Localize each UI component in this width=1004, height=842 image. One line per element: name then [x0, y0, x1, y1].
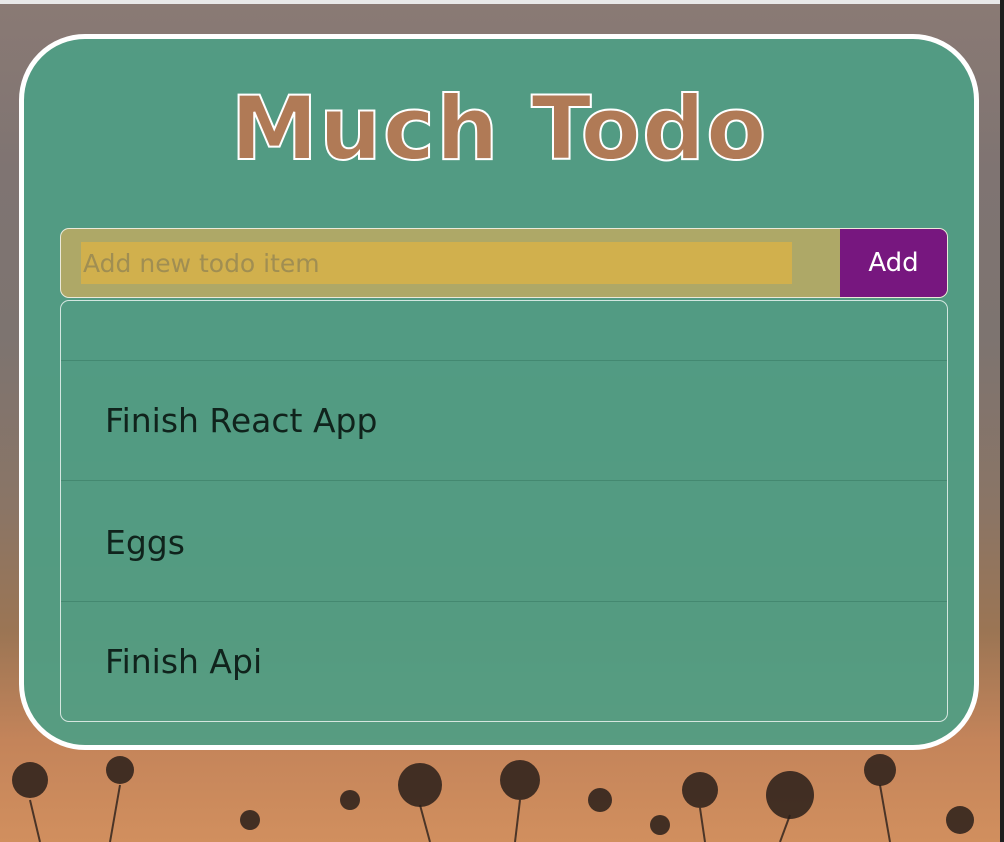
list-item[interactable] — [61, 301, 947, 360]
new-todo-input[interactable] — [81, 242, 792, 284]
add-todo-form: Add — [60, 228, 948, 298]
list-item[interactable]: Finish Api — [61, 601, 947, 721]
todo-list: Finish React App Eggs Finish Api — [60, 300, 948, 722]
list-item[interactable]: Finish React App — [61, 360, 947, 480]
list-item-label: Eggs — [105, 523, 185, 562]
add-button[interactable]: Add — [840, 229, 947, 297]
list-item-label: Finish React App — [105, 401, 378, 440]
window-edge — [1000, 0, 1004, 842]
list-item-label: Finish Api — [105, 642, 263, 681]
todo-card: Much Todo Add Finish React App Eggs Fini… — [19, 34, 979, 750]
list-item[interactable]: Eggs — [61, 480, 947, 601]
app-title: Much Todo — [230, 77, 768, 180]
